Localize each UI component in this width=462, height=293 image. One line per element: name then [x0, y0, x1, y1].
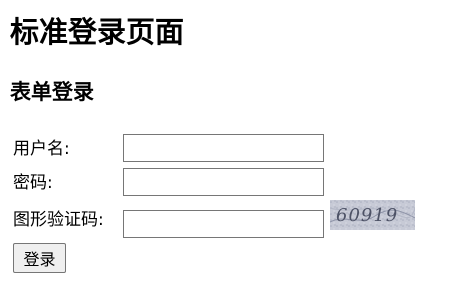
username-input[interactable]: [123, 134, 324, 162]
captcha-label: 图形验证码:: [13, 210, 104, 230]
captcha-input[interactable]: [123, 210, 324, 238]
captcha-image[interactable]: 60919: [330, 200, 415, 230]
captcha-text: 60919: [336, 205, 398, 226]
password-input[interactable]: [123, 168, 324, 196]
page-title: 标准登录页面: [10, 15, 185, 49]
username-label: 用户名:: [13, 139, 70, 159]
form-section-title: 表单登录: [10, 80, 94, 104]
password-label: 密码:: [13, 173, 53, 193]
login-button[interactable]: 登录: [13, 243, 66, 273]
